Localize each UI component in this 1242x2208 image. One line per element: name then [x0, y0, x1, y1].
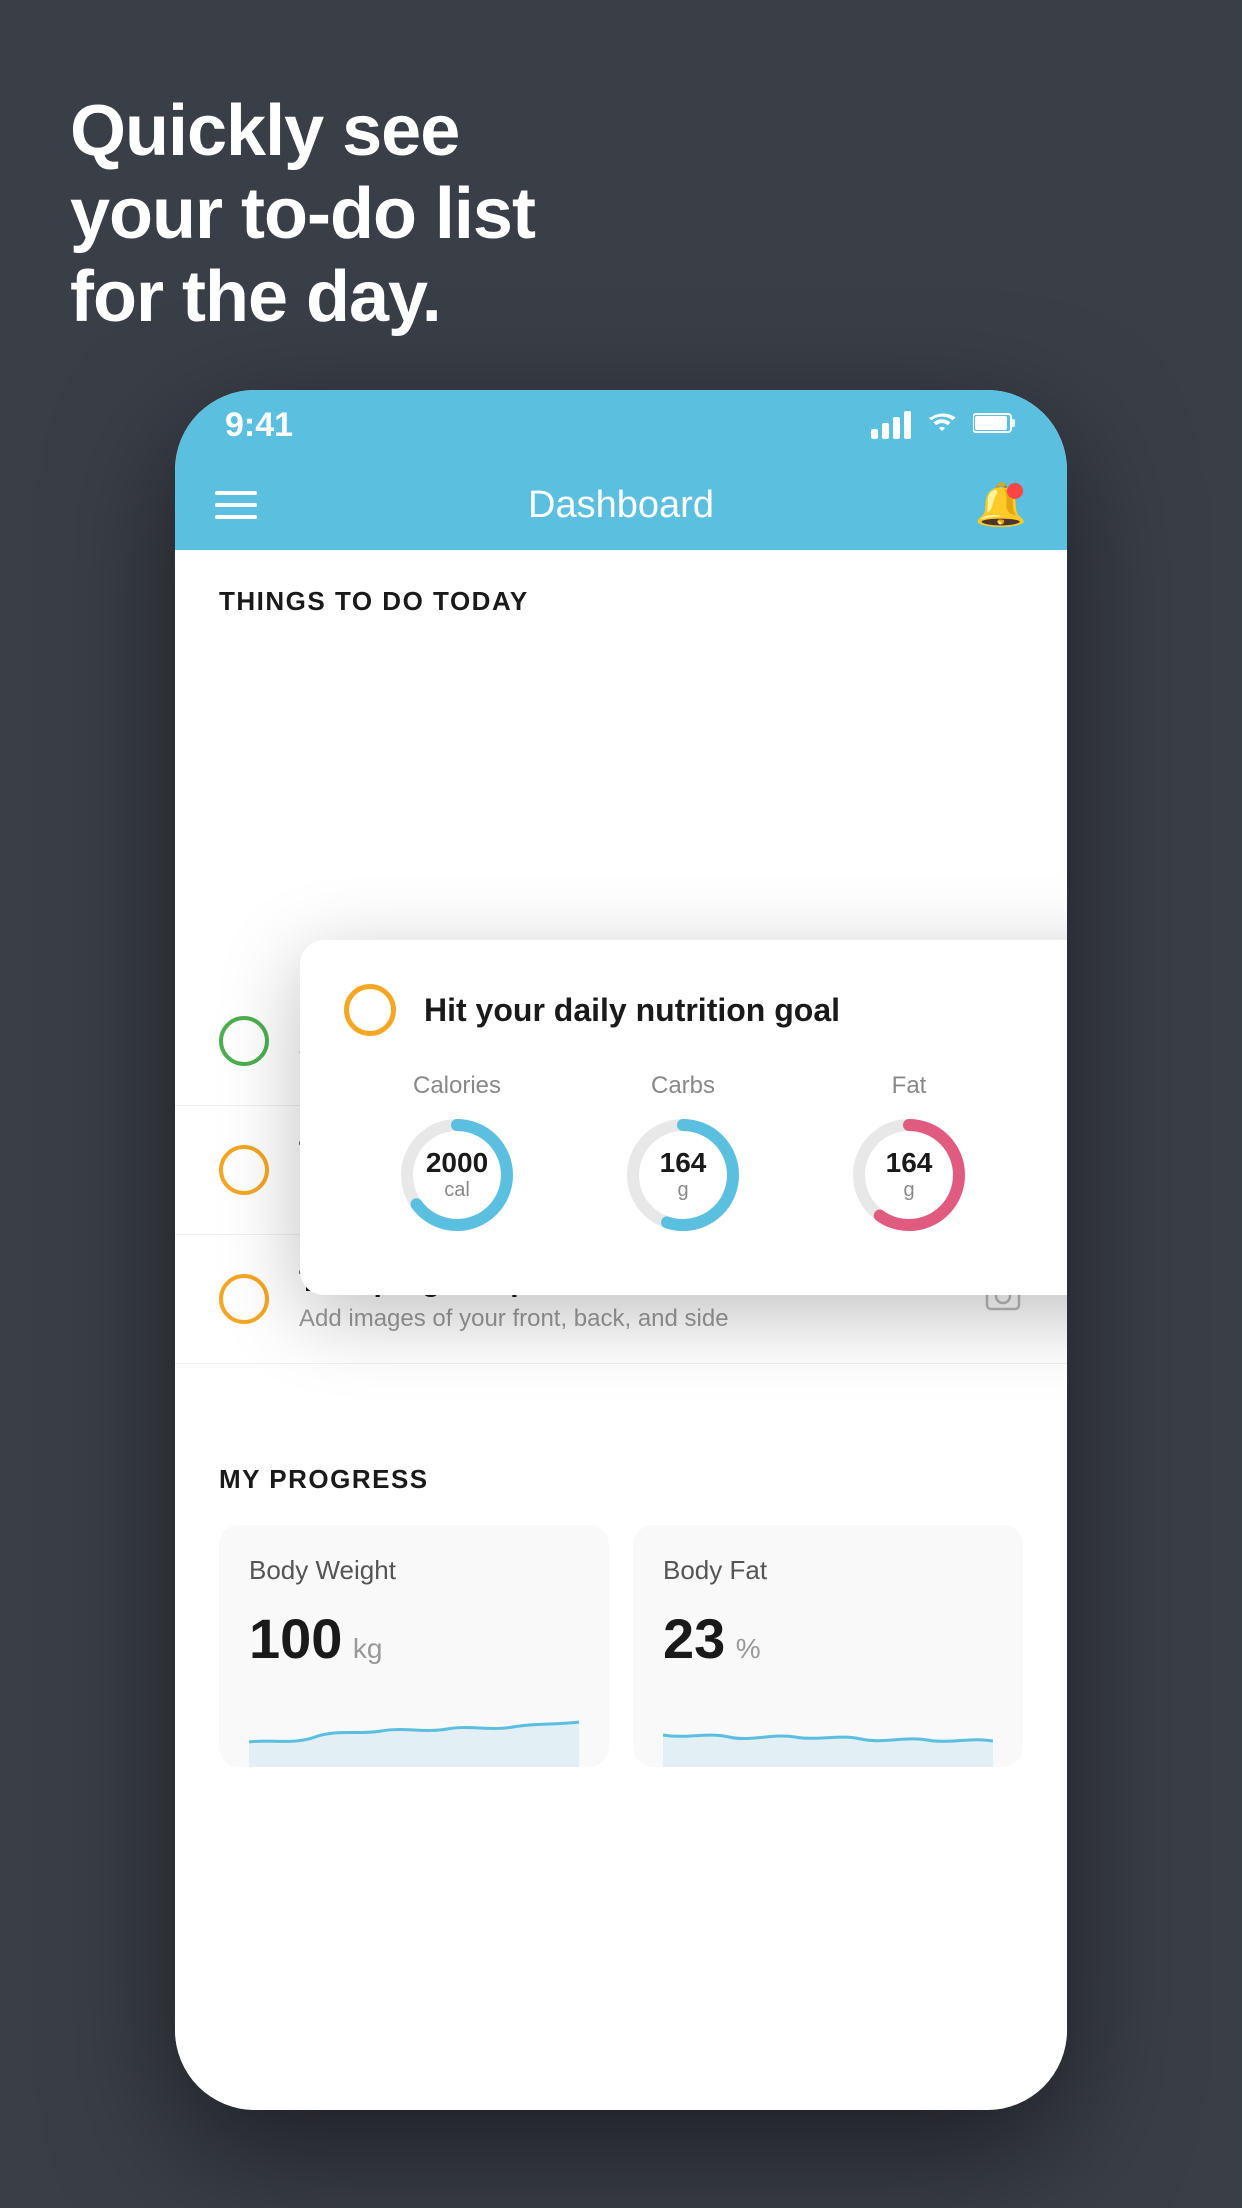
nutrition-fat: Fat 164 g — [844, 1072, 974, 1240]
status-icons — [871, 409, 1017, 442]
status-bar: 9:41 — [175, 390, 1067, 460]
running-circle — [219, 1016, 269, 1066]
nav-bar: Dashboard 🔔 — [175, 460, 1067, 550]
body-weight-card[interactable]: Body Weight 100 kg — [219, 1525, 609, 1767]
signal-icon — [871, 411, 911, 439]
nutrition-calories: Calories 2000 cal — [392, 1072, 522, 1240]
fat-unit: g — [903, 1179, 914, 1201]
carbs-unit: g — [677, 1179, 688, 1201]
things-today-header: THINGS TO DO TODAY — [175, 550, 1067, 637]
body-fat-value-row: 23 % — [663, 1606, 993, 1671]
body-fat-chart — [663, 1687, 993, 1767]
my-progress-title: MY PROGRESS — [219, 1464, 1023, 1495]
nutrition-goal-card: Hit your daily nutrition goal Calories 2… — [300, 940, 1067, 1295]
calories-label: Calories — [413, 1072, 501, 1100]
body-weight-value: 100 — [249, 1607, 342, 1670]
carbs-label: Carbs — [651, 1072, 715, 1100]
battery-icon — [973, 409, 1017, 441]
nutrition-carbs: Carbs 164 g — [618, 1072, 748, 1240]
body-fat-title: Body Fat — [663, 1555, 993, 1586]
body-weight-chart — [249, 1687, 579, 1767]
my-progress-section: MY PROGRESS Body Weight 100 kg — [175, 1424, 1067, 1787]
body-weight-unit: kg — [353, 1633, 383, 1664]
progress-photos-circle — [219, 1274, 269, 1324]
carbs-value: 164 — [660, 1148, 707, 1179]
content-area: THINGS TO DO TODAY Hit your daily nutrit… — [175, 550, 1067, 2110]
body-fat-card[interactable]: Body Fat 23 % — [633, 1525, 1023, 1767]
fat-label: Fat — [892, 1072, 927, 1100]
calories-donut: 2000 cal — [392, 1110, 522, 1240]
body-fat-value: 23 — [663, 1607, 725, 1670]
progress-photos-subtitle: Add images of your front, back, and side — [299, 1305, 983, 1333]
notification-button[interactable]: 🔔 — [975, 479, 1027, 531]
body-weight-title: Body Weight — [249, 1555, 579, 1586]
fat-donut: 164 g — [844, 1110, 974, 1240]
wifi-icon — [925, 409, 959, 442]
headline: Quickly see your to-do list for the day. — [70, 90, 535, 338]
goal-text: Hit your daily nutrition goal — [424, 992, 840, 1029]
nutrition-row: Calories 2000 cal Carbs — [344, 1072, 1067, 1245]
fat-value: 164 — [886, 1148, 933, 1179]
status-time: 9:41 — [225, 406, 293, 445]
body-weight-value-row: 100 kg — [249, 1606, 579, 1671]
progress-cards: Body Weight 100 kg Body Fat — [219, 1525, 1023, 1767]
menu-button[interactable] — [215, 491, 257, 519]
goal-row: Hit your daily nutrition goal — [344, 984, 1067, 1036]
carbs-donut: 164 g — [618, 1110, 748, 1240]
nav-title: Dashboard — [528, 484, 714, 527]
calories-unit: cal — [444, 1179, 470, 1201]
calories-value: 2000 — [426, 1148, 488, 1179]
body-stats-circle — [219, 1145, 269, 1195]
notification-dot — [1007, 483, 1023, 499]
goal-circle — [344, 984, 396, 1036]
body-fat-unit: % — [736, 1633, 761, 1664]
phone-mockup: 9:41 — [175, 390, 1067, 2110]
